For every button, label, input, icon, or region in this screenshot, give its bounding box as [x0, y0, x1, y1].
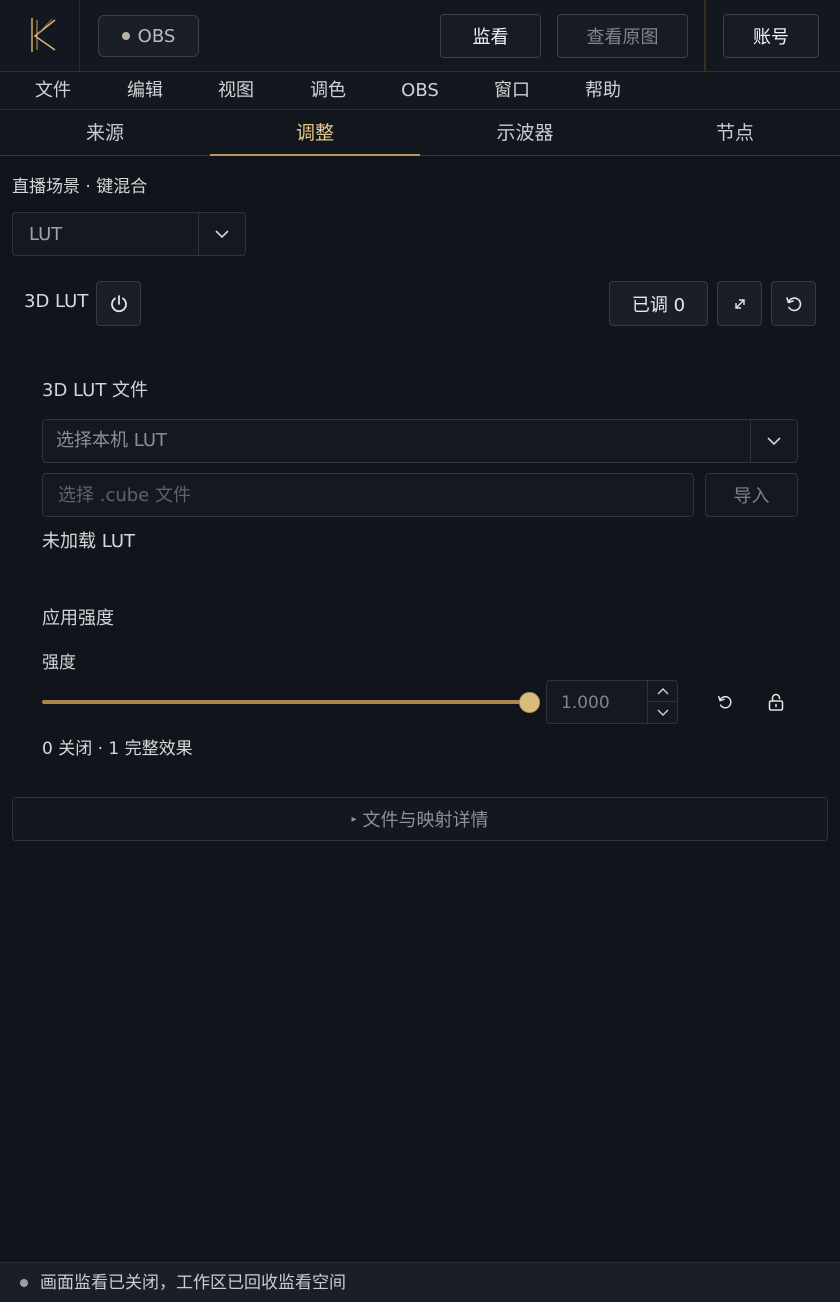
menu-item-window[interactable]: 窗口	[477, 72, 547, 110]
chevron-down-icon[interactable]	[198, 213, 245, 255]
monitor-button[interactable]: 监看	[440, 14, 541, 58]
lut-status-text: 未加载 LUT	[42, 531, 136, 552]
top-header: OBS 监看 查看原图 账号	[0, 0, 840, 72]
lut-file-title: 3D LUT 文件	[42, 380, 149, 401]
logo-cell[interactable]	[0, 0, 80, 71]
reset-icon	[785, 296, 801, 311]
menu-item-color[interactable]: 调色	[293, 72, 363, 110]
reset-icon	[717, 695, 732, 709]
menu-item-edit[interactable]: 编辑	[110, 72, 180, 110]
lut-label: 3D LUT	[24, 291, 89, 312]
chevron-up-icon[interactable]	[648, 681, 677, 702]
strength-label: 强度	[42, 653, 76, 673]
effect-select[interactable]: LUT	[12, 212, 246, 256]
strength-value: 1.000	[561, 693, 610, 713]
strength-range-note: 0 关闭 · 1 完整效果	[42, 739, 193, 759]
tab-nodes[interactable]: 节点	[630, 111, 840, 155]
menu-bar: 文件 编辑 视图 调色 OBS 窗口 帮助	[0, 72, 840, 110]
obs-label: OBS	[137, 25, 176, 47]
local-lut-select-value: 选择本机 LUT	[56, 430, 168, 451]
view-original-button[interactable]: 查看原图	[557, 14, 688, 58]
strength-lock-button[interactable]	[765, 691, 787, 713]
tab-scopes[interactable]: 示波器	[420, 111, 630, 155]
strength-slider-thumb[interactable]	[519, 692, 540, 713]
triangle-right-icon: ▸	[351, 813, 357, 825]
reset-button[interactable]	[771, 281, 816, 326]
panel-tabs: 来源 调整 示波器 节点	[0, 111, 840, 156]
status-text: 画面监看已关闭，工作区已回收监看空间	[40, 1273, 346, 1293]
app-root: OBS 监看 查看原图 账号 文件 编辑 视图 调色 OBS 窗口 帮助 来源 …	[0, 0, 840, 1302]
breadcrumb: 直播场景 · 键混合	[12, 177, 148, 197]
account-button[interactable]: 账号	[723, 14, 819, 58]
apply-strength-title: 应用强度	[42, 608, 114, 629]
effect-select-value: LUT	[29, 224, 63, 245]
local-lut-select[interactable]: 选择本机 LUT	[42, 419, 798, 463]
chevron-down-icon[interactable]	[648, 702, 677, 723]
menu-item-view[interactable]: 视图	[201, 72, 271, 110]
status-dot-icon	[20, 1279, 28, 1287]
import-button[interactable]: 导入	[705, 473, 798, 517]
chevron-down-icon[interactable]	[750, 420, 797, 462]
menu-item-obs[interactable]: OBS	[385, 72, 455, 110]
details-label: 文件与映射详情	[362, 810, 489, 831]
adjusted-count-button[interactable]: 已调 0	[609, 281, 708, 326]
unlock-icon	[768, 693, 784, 711]
file-mapping-details-toggle[interactable]: ▸ 文件与映射详情	[12, 797, 828, 841]
menu-item-file[interactable]: 文件	[18, 72, 88, 110]
tab-source[interactable]: 来源	[0, 111, 210, 155]
power-toggle-button[interactable]	[96, 281, 141, 326]
power-icon	[110, 294, 127, 312]
expand-icon	[734, 298, 745, 309]
expand-button[interactable]	[717, 281, 762, 326]
stepper	[647, 681, 677, 723]
menu-item-help[interactable]: 帮助	[568, 72, 638, 110]
status-dot-icon	[121, 32, 130, 40]
obs-status-button[interactable]: OBS	[98, 15, 199, 57]
tab-adjust[interactable]: 调整	[210, 111, 420, 156]
k-logo-icon	[31, 18, 56, 52]
strength-reset-button[interactable]	[714, 691, 736, 713]
strength-slider-track[interactable]	[42, 700, 530, 704]
strength-number-input[interactable]: 1.000	[546, 680, 678, 724]
status-bar: 画面监看已关闭，工作区已回收监看空间	[0, 1262, 840, 1302]
header-divider	[704, 0, 706, 71]
cube-file-input[interactable]	[42, 473, 694, 517]
